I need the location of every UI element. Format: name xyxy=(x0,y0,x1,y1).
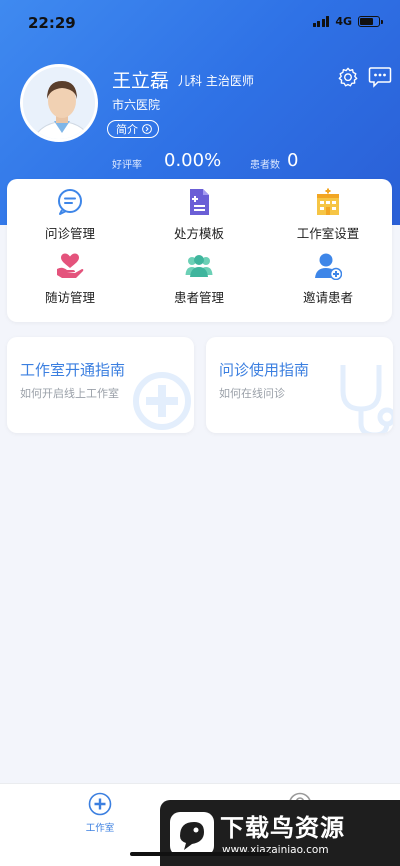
intro-button[interactable]: 简介 xyxy=(107,120,159,138)
menu-item-clinic-settings[interactable]: 工作室设置 xyxy=(268,188,388,246)
tab-clinic[interactable]: 工作室 xyxy=(60,792,140,834)
patients-label: 患者数 xyxy=(250,160,280,171)
avatar[interactable] xyxy=(20,64,98,142)
heart-hand-icon xyxy=(57,253,84,278)
guide-card-consultation[interactable]: 问诊使用指南 如何在线问诊 xyxy=(206,337,393,433)
chat-bubble-icon xyxy=(58,189,82,215)
menu-label: 随访管理 xyxy=(44,290,95,305)
guide-subtitle: 如何在线问诊 xyxy=(219,387,285,400)
doctor-name: 王立磊 xyxy=(112,71,170,92)
patients-group-icon xyxy=(185,255,213,277)
clinic-tab-icon xyxy=(88,792,112,816)
guide-card-clinic-setup[interactable]: 工作室开通指南 如何开启线上工作室 xyxy=(7,337,194,433)
stats-row: 好评率 0.00% 患者数 0 xyxy=(112,150,312,174)
menu-item-consultation[interactable]: 问诊管理 xyxy=(10,188,130,246)
clinic-building-icon xyxy=(317,188,339,215)
chevron-right-icon xyxy=(142,124,152,134)
message-icon[interactable] xyxy=(368,66,392,88)
guide-title: 工作室开通指南 xyxy=(20,361,126,379)
intro-label: 简介 xyxy=(116,123,138,136)
bird-logo-icon xyxy=(170,812,214,856)
watermark-title: 下载鸟资源 xyxy=(220,814,345,842)
rating-label: 好评率 xyxy=(112,160,142,171)
menu-item-prescription[interactable]: 处方模板 xyxy=(139,188,259,246)
hospital-name: 市六医院 xyxy=(112,98,161,112)
guide-title: 问诊使用指南 xyxy=(219,361,310,379)
menu-label: 患者管理 xyxy=(173,290,224,305)
battery-icon xyxy=(358,16,383,27)
gear-icon[interactable] xyxy=(337,66,359,88)
menu-item-followup[interactable]: 随访管理 xyxy=(10,252,130,310)
status-indicators: 4G xyxy=(312,15,383,28)
menu-item-invite-patients[interactable]: 邀请患者 xyxy=(268,252,388,310)
home-indicator xyxy=(130,852,270,856)
menu-label: 工作室设置 xyxy=(296,226,360,241)
menu-label: 处方模板 xyxy=(173,226,224,241)
tab-label: 工作室 xyxy=(85,823,115,834)
add-user-icon xyxy=(315,253,342,280)
signal-icon xyxy=(312,16,330,27)
menu-item-patients[interactable]: 患者管理 xyxy=(139,252,259,310)
stethoscope-icon xyxy=(340,365,393,433)
rating-value: 0.00% xyxy=(164,150,222,171)
menu-label: 邀请患者 xyxy=(302,290,353,305)
prescription-icon xyxy=(190,189,209,215)
status-time: 22:29 xyxy=(28,14,76,32)
guide-subtitle: 如何开启线上工作室 xyxy=(20,387,119,400)
site-watermark: 下载鸟资源 www.xiazainiao.com xyxy=(160,800,400,866)
plus-cross-icon xyxy=(133,372,191,430)
function-menu-card: 问诊管理 处方模板 工作室设置 随访管理 患者管理 邀请患者 xyxy=(7,179,392,322)
network-type: 4G xyxy=(335,15,352,28)
doctor-title: 儿科 主治医师 xyxy=(178,74,254,88)
patients-value: 0 xyxy=(287,150,299,171)
menu-label: 问诊管理 xyxy=(44,226,95,241)
status-bar: 22:29 4G xyxy=(0,0,400,44)
